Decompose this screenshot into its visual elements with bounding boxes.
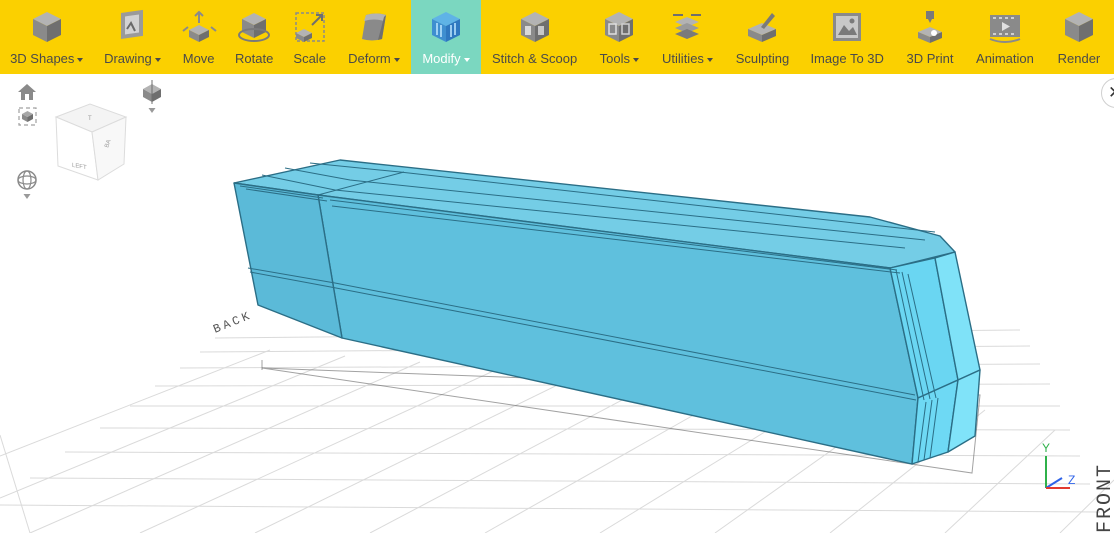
grid-label-back: BACK: [211, 308, 254, 336]
toolbar-render[interactable]: Render: [1044, 0, 1114, 74]
fit-view-button[interactable]: [18, 107, 37, 126]
orbit-button[interactable]: [17, 170, 37, 199]
3d-print-icon: [917, 11, 942, 43]
model-mesh[interactable]: [233, 159, 981, 465]
toolbar-label: Utilities: [662, 51, 704, 66]
toolbar-3d-shapes[interactable]: 3D Shapes: [0, 0, 93, 74]
drawing-icon: [121, 9, 144, 40]
toolbar-3d-print[interactable]: 3D Print: [894, 0, 966, 74]
toolbar-tools[interactable]: Tools: [588, 0, 650, 74]
chevron-down-icon: [633, 57, 639, 62]
toolbar-scale[interactable]: Scale: [282, 0, 337, 74]
3d-viewport[interactable]: BACK FRONT Y Z LEFT T BA: [0, 74, 1114, 533]
toolbar-label: Drawing: [104, 51, 152, 66]
toolbar-rotate[interactable]: Rotate: [226, 0, 282, 74]
utilities-icon: [673, 14, 702, 39]
tools-icon: [605, 12, 634, 42]
chevron-down-icon: [463, 57, 470, 62]
toolbar-label: Rotate: [235, 51, 274, 66]
toolbar-sculpting[interactable]: Sculpting: [724, 0, 800, 74]
axis-label-y: Y: [1042, 441, 1050, 455]
animation-icon: [989, 15, 1021, 43]
image-to-3d-icon: [833, 13, 862, 41]
chevron-down-icon: [154, 57, 161, 62]
toolbar-label: Modify: [422, 51, 461, 66]
home-view-button[interactable]: [18, 84, 36, 100]
toolbar-image-to-3d[interactable]: Image To 3D: [800, 0, 893, 74]
chevron-down-icon: [393, 57, 400, 62]
toolbar-label: Deform: [348, 51, 391, 66]
toolbar-label: Sculpting: [735, 51, 790, 66]
scale-icon: [294, 12, 325, 42]
toolbar-label: Stitch & Scoop: [491, 51, 578, 66]
toolbar-label: Scale: [293, 51, 326, 66]
toolbar-move[interactable]: Move: [171, 0, 226, 74]
axis-label-z: Z: [1068, 473, 1075, 487]
view-mode-button[interactable]: [143, 80, 161, 113]
deform-icon: [361, 13, 386, 41]
toolbar-label: Animation: [976, 51, 1034, 66]
chevron-down-icon: [706, 57, 713, 62]
toolbar-label: Image To 3D: [810, 51, 884, 66]
cube-icon: [32, 12, 61, 42]
stitch-scoop-icon: [520, 12, 549, 42]
modify-icon: [431, 12, 460, 42]
toolbar-modify[interactable]: Modify: [410, 0, 482, 74]
grid-label-front: FRONT: [1094, 463, 1114, 533]
close-icon: ✕: [1108, 83, 1114, 103]
toolbar-label: 3D Print: [906, 51, 954, 66]
toolbar-label: Tools: [599, 51, 630, 66]
scene-canvas[interactable]: BACK FRONT Y Z LEFT T BA: [0, 74, 1114, 533]
rotate-icon: [238, 13, 271, 42]
toolbar-label: Render: [1057, 51, 1101, 66]
toolbar-animation[interactable]: Animation: [966, 0, 1044, 74]
toolbar-drawing[interactable]: Drawing: [93, 0, 171, 74]
render-icon: [1064, 12, 1093, 42]
toolbar-stitch-scoop[interactable]: Stitch & Scoop: [481, 0, 588, 74]
chevron-down-icon: [77, 57, 84, 62]
move-icon: [182, 10, 217, 42]
view-cube[interactable]: LEFT T BA: [54, 103, 128, 181]
view-cube-face-top[interactable]: T: [88, 116, 92, 122]
axis-gizmo: Y Z: [1042, 441, 1075, 489]
toolbar-utilities[interactable]: Utilities: [650, 0, 724, 74]
app-window: 3D Shapes Drawing Move Rotate Scale Defo…: [0, 0, 1114, 533]
main-toolbar: 3D Shapes Drawing Move Rotate Scale Defo…: [0, 0, 1114, 74]
toolbar-label: Move: [182, 51, 215, 66]
toolbar-deform[interactable]: Deform: [337, 0, 411, 74]
toolbar-label: 3D Shapes: [10, 51, 75, 66]
sculpting-icon: [748, 13, 777, 42]
